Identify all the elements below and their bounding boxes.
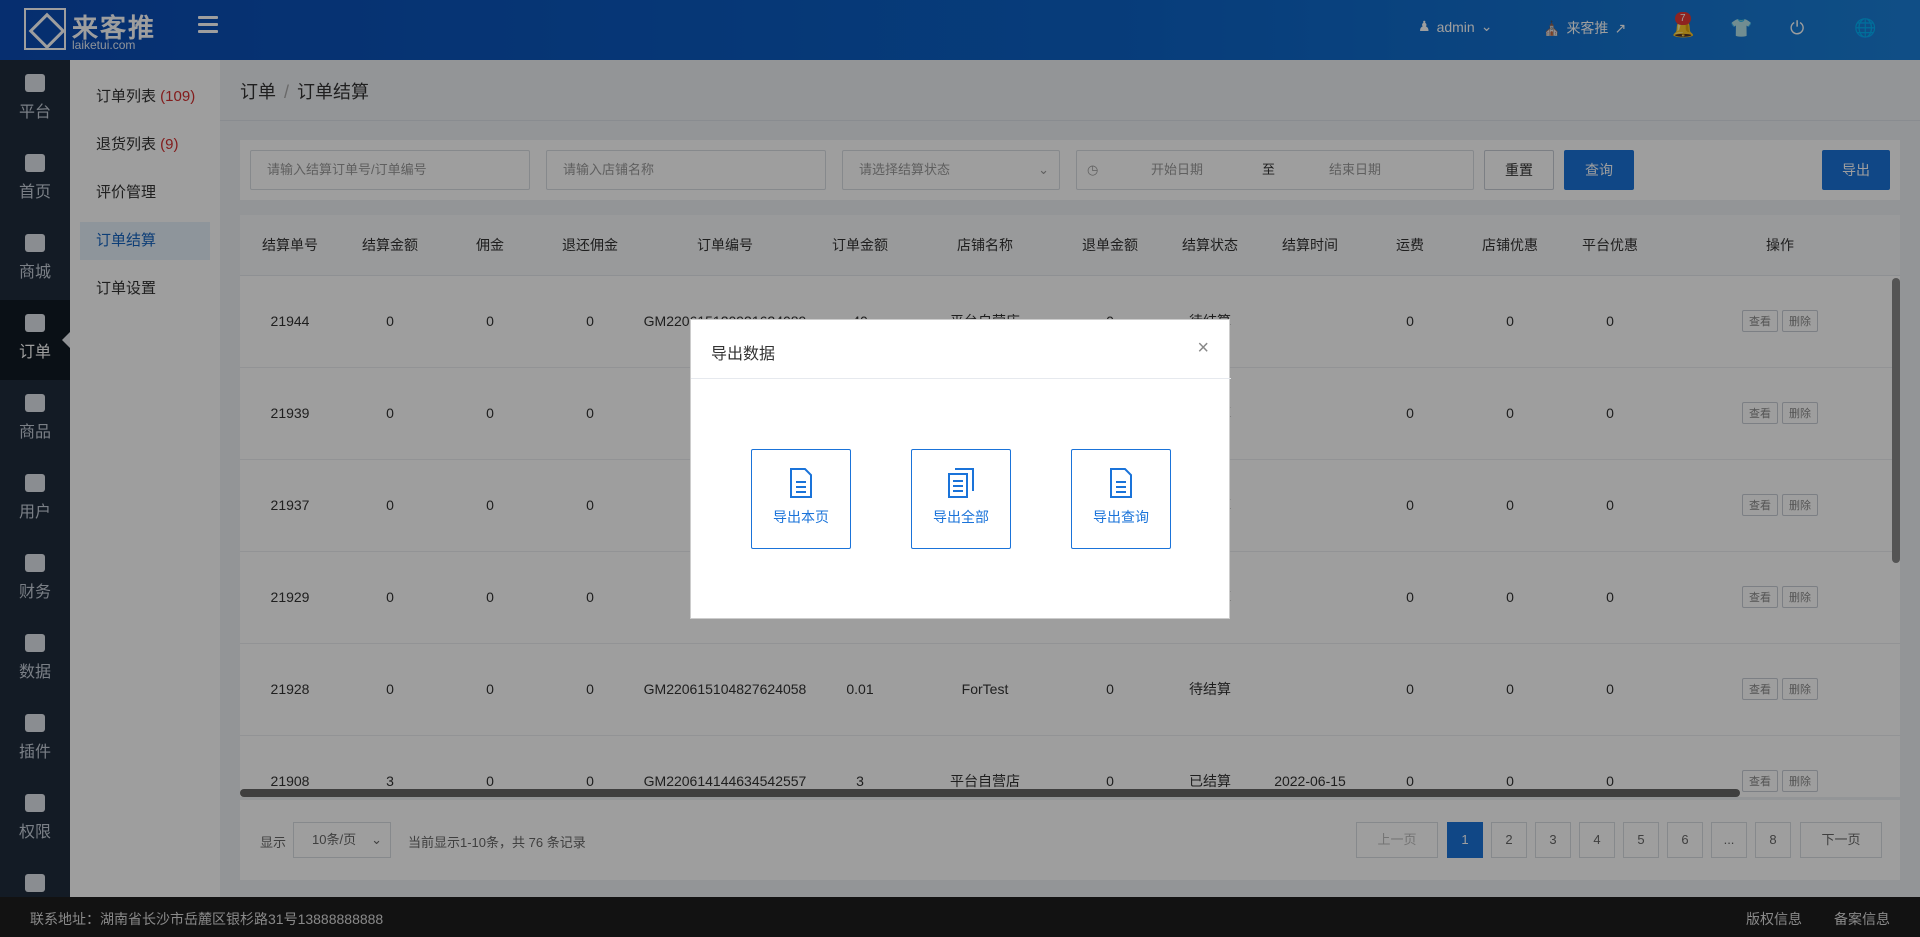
export-option-label: 导出查询	[1093, 509, 1149, 525]
document-icon	[1110, 468, 1132, 498]
export-option-label: 导出本页	[773, 509, 829, 525]
close-icon[interactable]: ×	[1197, 338, 1209, 358]
export-query-button[interactable]: 导出查询	[1071, 449, 1171, 549]
dialog-divider	[691, 378, 1231, 379]
export-option-label: 导出全部	[933, 509, 989, 525]
export-dialog: 导出数据 × 导出本页 导出全部 导出查询	[690, 319, 1231, 619]
export-current-page-button[interactable]: 导出本页	[751, 449, 851, 549]
export-all-button[interactable]: 导出全部	[911, 449, 1011, 549]
dialog-title: 导出数据	[711, 346, 776, 363]
document-icon	[790, 468, 812, 498]
documents-icon	[948, 468, 974, 498]
